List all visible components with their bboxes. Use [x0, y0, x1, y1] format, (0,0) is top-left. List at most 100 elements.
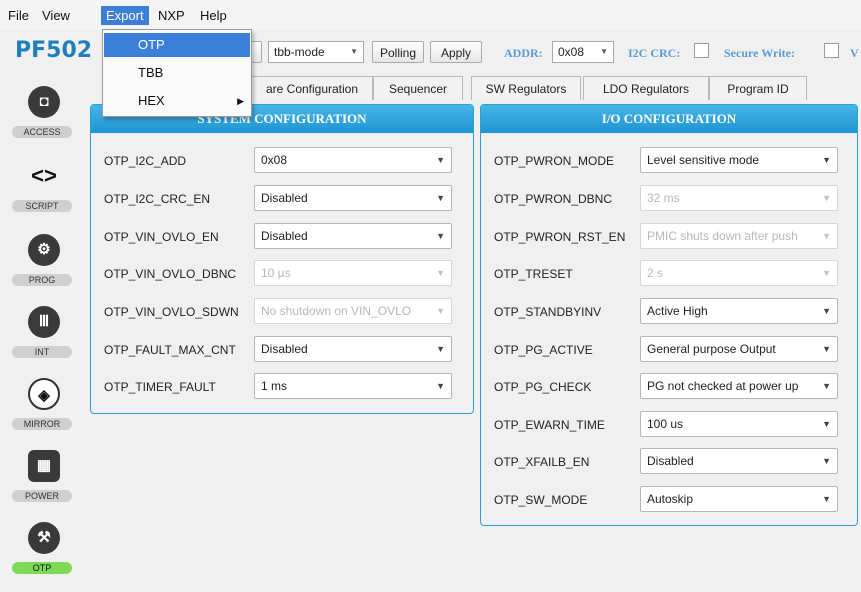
- addr-select-value: 0x08: [558, 45, 585, 59]
- otp-pwron-dbnc-select: 32 ms ▼: [640, 185, 838, 211]
- menu-view[interactable]: View: [42, 8, 70, 23]
- select-value: PMIC shuts down after push: [647, 229, 798, 243]
- code-icon: <>: [31, 163, 57, 188]
- field-label: OTP_SW_MODE: [494, 493, 588, 507]
- menu-nxp[interactable]: NXP: [158, 8, 185, 23]
- otp-sw-mode-select[interactable]: Autoskip ▼: [640, 486, 838, 512]
- chevron-down-icon: ▼: [819, 186, 831, 210]
- otp-pwron-rst-en-select: PMIC shuts down after push ▼: [640, 223, 838, 249]
- field-label: OTP_VIN_OVLO_DBNC: [104, 267, 237, 281]
- sidebar-item-label: ACCESS: [12, 126, 72, 138]
- chevron-right-icon: ▶: [237, 96, 244, 106]
- select-value: Disabled: [647, 454, 694, 468]
- chevron-down-icon: ▼: [433, 224, 445, 248]
- tab-hardware-configuration[interactable]: are Configuration: [251, 76, 373, 100]
- field-label: OTP_TRESET: [494, 267, 573, 281]
- sidebar-item-label: MIRROR: [12, 418, 72, 430]
- chevron-down-icon: ▼: [819, 449, 831, 473]
- sidebar-item-int[interactable]: Ⅲ INT: [12, 306, 72, 376]
- select-value: Disabled: [261, 342, 308, 356]
- otp-xfailb-en-select[interactable]: Disabled ▼: [640, 448, 838, 474]
- diamond-icon: ◈: [28, 378, 60, 410]
- field-label: OTP_I2C_ADD: [104, 154, 187, 168]
- otp-pg-active-select[interactable]: General purpose Output ▼: [640, 336, 838, 362]
- chevron-down-icon: ▼: [600, 47, 608, 56]
- select-value: 1 ms: [261, 379, 288, 393]
- mode-select[interactable]: tbb-mode ▼: [268, 41, 364, 63]
- sidebar-item-label: POWER: [12, 490, 72, 502]
- i2c-crc-checkbox[interactable]: [694, 43, 709, 58]
- select-value: No shutdown on VIN_OVLO: [261, 304, 412, 318]
- otp-pg-check-select[interactable]: PG not checked at power up ▼: [640, 373, 838, 399]
- sidebar-item-access[interactable]: ◘ ACCESS: [12, 86, 72, 156]
- sidebar: ◘ ACCESS <> SCRIPT ⚙ PROG Ⅲ INT ◈ MIRROR…: [0, 80, 86, 582]
- otp-ewarn-time-select[interactable]: 100 us ▼: [640, 411, 838, 437]
- sidebar-item-mirror[interactable]: ◈ MIRROR: [12, 378, 72, 448]
- field-label: OTP_PWRON_MODE: [494, 154, 615, 168]
- chevron-down-icon: ▼: [819, 337, 831, 361]
- polling-button[interactable]: Polling: [372, 41, 424, 63]
- truncated-label: V: [850, 46, 859, 60]
- tab-sw-regulators[interactable]: SW Regulators: [471, 76, 581, 100]
- select-value: Disabled: [261, 229, 308, 243]
- otp-standbyinv-select[interactable]: Active High ▼: [640, 298, 838, 324]
- otp-vin-ovlo-en-select[interactable]: Disabled ▼: [254, 223, 452, 249]
- sidebar-item-power[interactable]: ▦ POWER: [12, 450, 72, 520]
- sidebar-item-prog[interactable]: ⚙ PROG: [12, 234, 72, 304]
- bars-icon: Ⅲ: [28, 306, 60, 338]
- chevron-down-icon: ▼: [433, 299, 445, 323]
- otp-timer-fault-select[interactable]: 1 ms ▼: [254, 373, 452, 399]
- tab-program-id[interactable]: Program ID: [709, 76, 807, 100]
- select-value: Disabled: [261, 191, 308, 205]
- apply-button[interactable]: Apply: [430, 41, 482, 63]
- tab-sequencer[interactable]: Sequencer: [373, 76, 463, 100]
- field-label: OTP_PG_CHECK: [494, 380, 592, 394]
- otp-i2c-crc-en-select[interactable]: Disabled ▼: [254, 185, 452, 211]
- select-value: General purpose Output: [647, 342, 776, 356]
- otp-vin-ovlo-sdwn-select: No shutdown on VIN_OVLO ▼: [254, 298, 452, 324]
- field-label: OTP_FAULT_MAX_CNT: [104, 343, 236, 357]
- menu-item-hex[interactable]: HEX ▶: [104, 89, 250, 113]
- menu-help[interactable]: Help: [200, 8, 227, 23]
- calculator-icon: ▦: [28, 450, 60, 482]
- tab-ldo-regulators[interactable]: LDO Regulators: [583, 76, 709, 100]
- panel-title: I/O CONFIGURATION: [481, 105, 857, 133]
- menu-file[interactable]: File: [8, 8, 29, 23]
- otp-i2c-add-select[interactable]: 0x08 ▼: [254, 147, 452, 173]
- menu-item-label: HEX: [138, 93, 165, 108]
- hammer-icon: ⚒: [28, 522, 60, 554]
- otp-fault-max-cnt-select[interactable]: Disabled ▼: [254, 336, 452, 362]
- chevron-down-icon: ▼: [433, 186, 445, 210]
- otp-pwron-mode-select[interactable]: Level sensitive mode ▼: [640, 147, 838, 173]
- sidebar-item-script[interactable]: <> SCRIPT: [12, 160, 72, 230]
- select-value: Level sensitive mode: [647, 153, 760, 167]
- field-label: OTP_STANDBYINV: [494, 305, 602, 319]
- select-value: Autoskip: [647, 492, 694, 506]
- field-label: OTP_VIN_OVLO_SDWN: [104, 305, 239, 319]
- gear-icon: ⚙: [28, 234, 60, 266]
- secure-write-label: Secure Write:: [724, 46, 795, 60]
- chevron-down-icon: ▼: [819, 374, 831, 398]
- menu-item-tbb[interactable]: TBB: [104, 61, 250, 85]
- field-label: OTP_PWRON_RST_EN: [494, 230, 626, 244]
- field-label: OTP_TIMER_FAULT: [104, 380, 216, 394]
- sidebar-item-label: OTP: [12, 562, 72, 574]
- sidebar-item-label: INT: [12, 346, 72, 358]
- otp-treset-select: 2 s ▼: [640, 260, 838, 286]
- mode-select-value: tbb-mode: [274, 45, 325, 59]
- addr-select[interactable]: 0x08 ▼: [552, 41, 614, 63]
- secure-write-checkbox[interactable]: [824, 43, 839, 58]
- select-value: 100 us: [647, 417, 684, 431]
- chevron-down-icon: ▼: [433, 261, 445, 285]
- chevron-down-icon: ▼: [433, 374, 445, 398]
- sidebar-item-label: PROG: [12, 274, 72, 286]
- chevron-down-icon: ▼: [819, 299, 831, 323]
- menu-item-otp[interactable]: OTP: [104, 33, 250, 57]
- field-label: OTP_XFAILB_EN: [494, 455, 590, 469]
- select-value: PG not checked at power up: [647, 379, 799, 393]
- select-value: 0x08: [261, 153, 288, 167]
- field-label: OTP_VIN_OVLO_EN: [104, 230, 219, 244]
- menu-export[interactable]: Export: [101, 6, 149, 25]
- chevron-down-icon: ▼: [819, 412, 831, 436]
- otp-vin-ovlo-dbnc-select: 10 µs ▼: [254, 260, 452, 286]
